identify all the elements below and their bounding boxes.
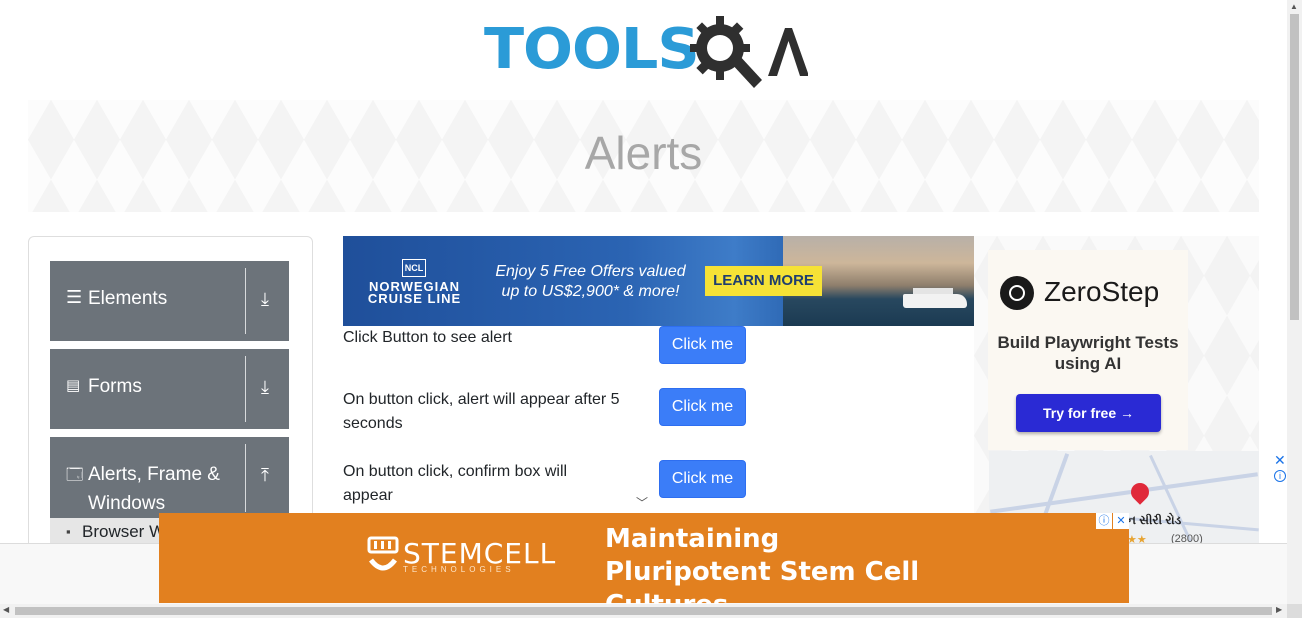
horizontal-scroll-thumb[interactable] <box>15 607 1272 615</box>
chevron-down-icon: ﹀ <box>636 496 649 510</box>
divider <box>245 444 246 512</box>
upload-arrow-icon[interactable]: ⤒ <box>261 465 269 486</box>
divider <box>245 268 246 334</box>
zerostep-headline: Build Playwright Tests using AI <box>997 333 1179 373</box>
gear-magnifier-icon <box>690 16 808 88</box>
logo-text: TOOLS <box>484 17 700 82</box>
sidebar-group-label: Forms <box>88 376 142 397</box>
ad-ship-hull <box>903 294 967 308</box>
scroll-right-arrow-icon[interactable]: ▶ <box>1276 605 1282 614</box>
map-pin-icon <box>1127 479 1153 505</box>
scroll-up-arrow-icon[interactable]: ▲ <box>1290 2 1298 11</box>
ad-info-icon[interactable]: ⓘ <box>1096 513 1112 529</box>
divider <box>245 356 246 422</box>
sidebar-group-elements[interactable]: ☰ Elements ⤓ <box>50 261 289 341</box>
map-road <box>990 472 1258 514</box>
download-arrow-icon[interactable]: ⤓ <box>261 289 269 310</box>
stemcell-sub-brand: TECHNOLOGIES <box>403 565 515 574</box>
document-icon: ▤ <box>66 377 81 394</box>
ncl-brand-name: NORWEGIAN CRUISE LINE <box>367 279 462 306</box>
ad-close-icon[interactable]: ✕ <box>1274 452 1286 469</box>
map-road <box>1149 454 1192 543</box>
confirm-button[interactable]: Click me <box>659 460 746 498</box>
vertical-scroll-thumb[interactable] <box>1290 14 1299 320</box>
ad-info-icon[interactable]: i <box>1274 470 1286 482</box>
list-icon: ▪ <box>66 524 71 539</box>
stemcell-ad[interactable]: STEMCELL TECHNOLOGIES Maintaining Plurip… <box>159 513 1129 604</box>
sidebar-group-forms[interactable]: ▤ Forms ⤓ <box>50 349 289 429</box>
page-banner: Alerts <box>28 100 1259 212</box>
alert-description: Click Button to see alert <box>343 329 512 346</box>
zerostep-logo-icon <box>1000 276 1034 310</box>
vertical-scrollbar[interactable]: ▲ <box>1287 0 1302 604</box>
download-arrow-icon[interactable]: ⤓ <box>261 377 269 398</box>
page-title: Alerts <box>584 127 703 179</box>
zerostep-brand: ZeroStep <box>1044 276 1160 307</box>
cruise-ad-banner[interactable]: NCL NORWEGIAN CRUISE LINE Enjoy 5 Free O… <box>343 236 974 326</box>
page-viewport: TOOLS Alerts ☰ Elements ⤓ ▤ Forms ⤓ 🗔 Al… <box>0 0 1287 604</box>
window-icon: 🗔 <box>66 467 84 484</box>
toolsqa-logo[interactable]: TOOLS <box>484 14 808 90</box>
sidebar-group-label: Alerts, Frame & Windows <box>88 464 220 514</box>
confirm-box-description: On button click, confirm box will appear <box>343 463 568 504</box>
ad-offer-text: Enjoy 5 Free Offers valued up to US$2,90… <box>495 263 686 300</box>
scrollbar-corner <box>1287 604 1302 618</box>
map-place-label: ન સીરી રોડ <box>1127 513 1182 527</box>
stemcell-logo-icon <box>367 536 399 571</box>
hamburger-icon: ☰ <box>66 287 83 307</box>
timer-alert-description: On button click, alert will appear after… <box>343 391 620 432</box>
scroll-left-arrow-icon[interactable]: ◀ <box>3 605 9 614</box>
zerostep-ad[interactable]: ZeroStep Build Playwright Tests using AI… <box>974 236 1259 546</box>
try-for-free-button[interactable]: Try for free → <box>1016 394 1161 432</box>
ad-close-icon[interactable]: ✕ <box>1113 513 1129 529</box>
ncl-flag-logo: NCL <box>402 259 426 277</box>
learn-more-button[interactable]: LEARN MORE <box>705 266 822 296</box>
stemcell-headline: Maintaining Pluripotent Stem Cell Cultur… <box>605 524 920 604</box>
alert-button[interactable]: Click me <box>659 326 746 364</box>
sidebar-group-alerts-frame-windows[interactable]: 🗔 Alerts, Frame & Windows ⤒ <box>50 437 289 519</box>
horizontal-scrollbar[interactable]: ◀ ▶ <box>0 604 1287 618</box>
sidebar-group-label: Elements <box>88 288 168 309</box>
zerostep-card: ZeroStep Build Playwright Tests using AI… <box>988 250 1188 450</box>
timer-alert-button[interactable]: Click me <box>659 388 746 426</box>
